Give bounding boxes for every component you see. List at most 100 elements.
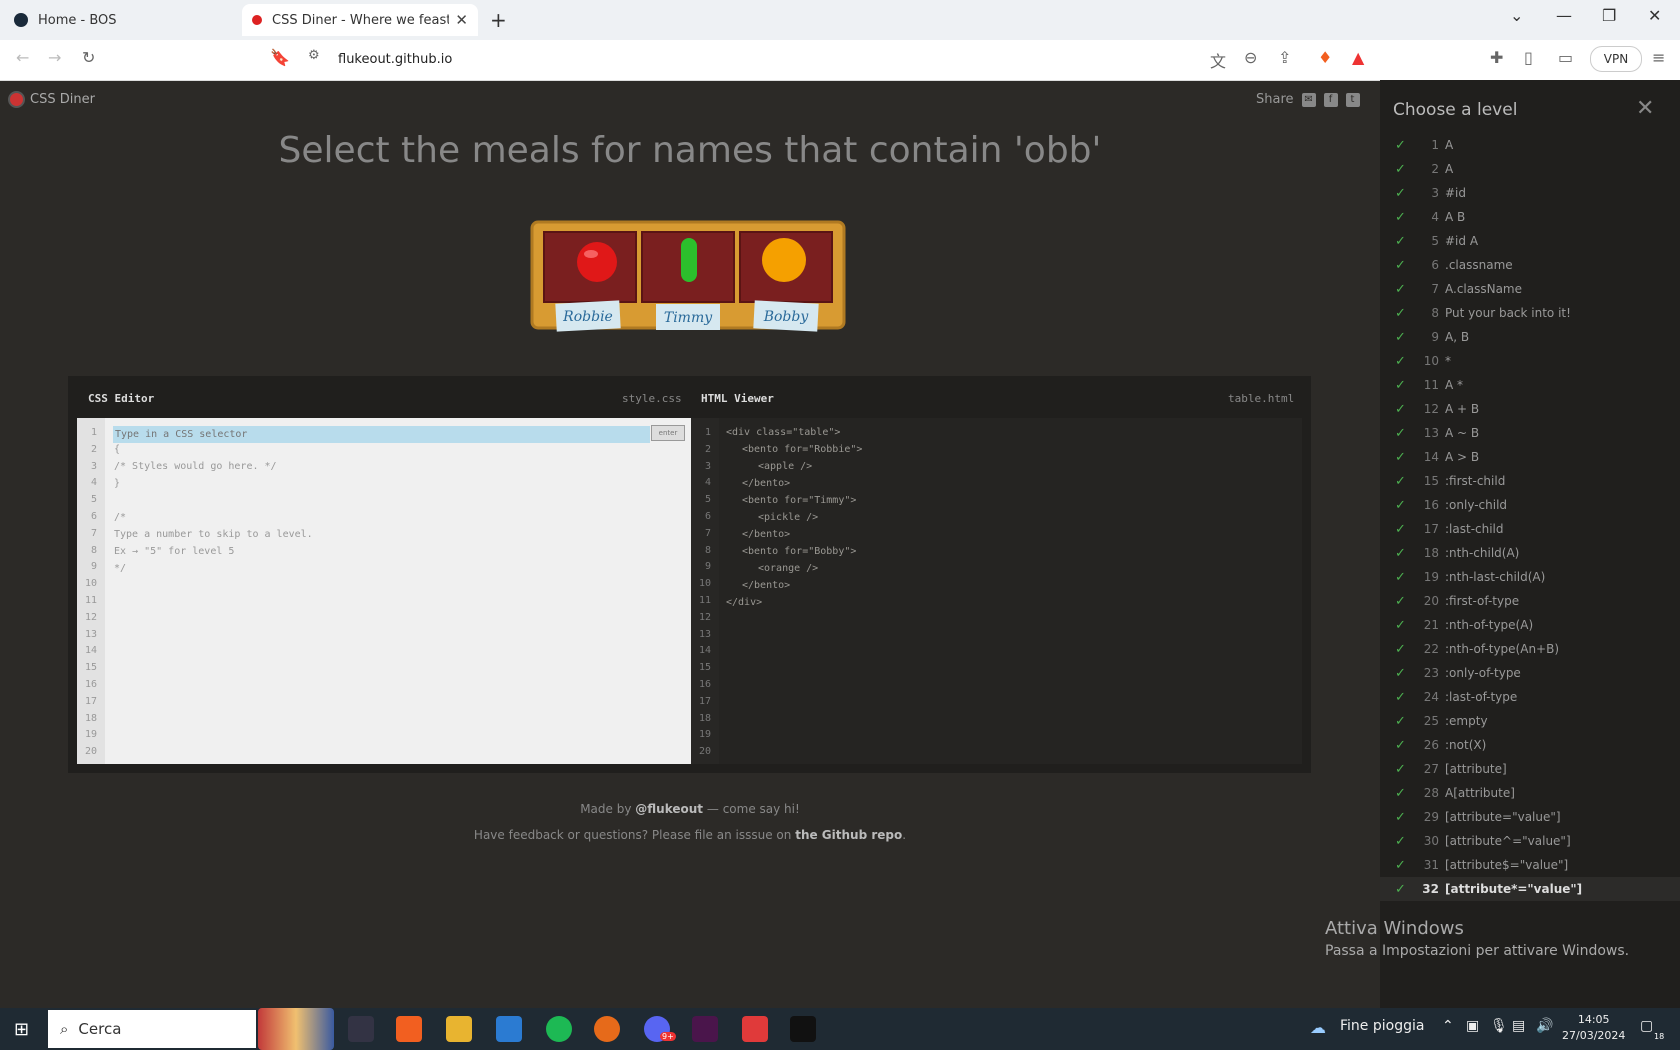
css-diner-logo[interactable]: CSS Diner: [8, 91, 95, 108]
level-item-14[interactable]: ✓ 14 A > B: [1380, 445, 1680, 469]
file-explorer-icon[interactable]: [446, 1016, 472, 1042]
brave-shields-icon[interactable]: ♦: [1318, 48, 1332, 67]
twitter-share-icon[interactable]: t: [1345, 92, 1360, 107]
level-item-13[interactable]: ✓ 13 A ~ B: [1380, 421, 1680, 445]
html-code-line[interactable]: </bento>: [742, 478, 790, 489]
new-tab-button[interactable]: +: [490, 8, 507, 32]
bento-robbie[interactable]: [543, 231, 637, 303]
level-item-15[interactable]: ✓ 15:first-child: [1380, 469, 1680, 493]
author-link[interactable]: @flukeout: [635, 802, 703, 816]
enter-button[interactable]: enter: [651, 425, 685, 441]
restore-icon[interactable]: ❐: [1602, 6, 1616, 25]
forward-icon[interactable]: →: [48, 48, 61, 67]
level-item-1[interactable]: ✓ 1 A: [1380, 133, 1680, 157]
bookmark-icon[interactable]: 🔖: [270, 48, 290, 67]
level-item-25[interactable]: ✓ 25:empty: [1380, 709, 1680, 733]
html-code-line[interactable]: <div class="table">: [726, 427, 840, 438]
slack-icon[interactable]: [692, 1016, 718, 1042]
weather-label[interactable]: Fine pioggia: [1340, 1018, 1424, 1034]
address-bar[interactable]: flukeout.github.io: [338, 52, 452, 67]
brave-rewards-icon[interactable]: ▲: [1352, 48, 1364, 67]
level-item-18[interactable]: ✓ 18:nth-child(A): [1380, 541, 1680, 565]
site-settings-icon[interactable]: ⚙: [308, 48, 320, 63]
html-code-line[interactable]: <bento for="Bobby">: [742, 546, 856, 557]
anydesk-icon[interactable]: [742, 1016, 768, 1042]
level-item-30[interactable]: ✓ 30 [attribute^="value"]: [1380, 829, 1680, 853]
level-item-4[interactable]: ✓ 4 A B: [1380, 205, 1680, 229]
level-item-20[interactable]: ✓ 20:first-of-type: [1380, 589, 1680, 613]
level-item-12[interactable]: ✓ 12 A + B: [1380, 397, 1680, 421]
html-code-line[interactable]: </bento>: [742, 529, 790, 540]
brave-browser-icon[interactable]: [396, 1016, 422, 1042]
taskbar-search[interactable]: ⌕ Cerca: [48, 1010, 256, 1048]
task-view-icon[interactable]: [348, 1016, 374, 1042]
tray-chevron-icon[interactable]: ⌃: [1442, 1018, 1454, 1034]
vscode-icon[interactable]: [496, 1016, 522, 1042]
level-item-16[interactable]: ✓ 16:only-child: [1380, 493, 1680, 517]
firefox-icon[interactable]: [594, 1016, 620, 1042]
level-item-29[interactable]: ✓ 29 [attribute="value"]: [1380, 805, 1680, 829]
html-code-line[interactable]: <apple />: [758, 461, 812, 472]
taskbar-clock[interactable]: 14:05 27/03/2024: [1562, 1012, 1625, 1044]
close-window-icon[interactable]: ✕: [1648, 6, 1661, 25]
reload-icon[interactable]: ↻: [82, 48, 95, 67]
email-share-icon[interactable]: ✉: [1301, 92, 1316, 107]
tray-apps-icon[interactable]: ▣: [1466, 1018, 1479, 1034]
github-repo-link[interactable]: the Github repo: [795, 828, 902, 842]
html-code-line[interactable]: <orange />: [758, 563, 818, 574]
search-highlight-icon[interactable]: [258, 1008, 334, 1050]
wallet-icon[interactable]: ▭: [1558, 48, 1573, 67]
level-item-9[interactable]: ✓ 9 A, B: [1380, 325, 1680, 349]
level-item-27[interactable]: ✓ 27 [attribute]: [1380, 757, 1680, 781]
level-item-21[interactable]: ✓ 21:nth-of-type(A): [1380, 613, 1680, 637]
level-item-3[interactable]: ✓ 3 #id: [1380, 181, 1680, 205]
pickle[interactable]: [681, 238, 697, 282]
level-item-11[interactable]: ✓ 11 A *: [1380, 373, 1680, 397]
spotify-icon[interactable]: [546, 1016, 572, 1042]
level-item-7[interactable]: ✓ 7 A.className: [1380, 277, 1680, 301]
html-code-line[interactable]: <pickle />: [758, 512, 818, 523]
apple[interactable]: [577, 242, 617, 282]
start-icon[interactable]: ⊞: [14, 1019, 29, 1040]
level-item-8[interactable]: ✓ 8 Put your back into it!: [1380, 301, 1680, 325]
level-item-28[interactable]: ✓ 28 A[attribute]: [1380, 781, 1680, 805]
bento-bobby[interactable]: [739, 231, 833, 303]
notifications-icon[interactable]: ▢: [1640, 1018, 1653, 1034]
tab-list-chevron-icon[interactable]: ⌄: [1510, 6, 1523, 25]
html-code-line[interactable]: </div>: [726, 597, 762, 608]
level-item-32[interactable]: ✓ 32 [attribute*="value"]: [1380, 877, 1680, 901]
css-selector-input[interactable]: [113, 426, 650, 443]
back-icon[interactable]: ←: [16, 48, 29, 67]
sidebar-toggle-icon[interactable]: ▯: [1524, 48, 1533, 67]
close-tab-icon[interactable]: ✕: [455, 11, 468, 29]
level-item-2[interactable]: ✓ 2 A: [1380, 157, 1680, 181]
network-icon[interactable]: ▤: [1512, 1018, 1525, 1034]
translate-icon[interactable]: 文: [1210, 48, 1226, 72]
orange[interactable]: [762, 238, 806, 282]
html-code-line[interactable]: <bento for="Robbie">: [742, 444, 862, 455]
zoom-out-icon[interactable]: ⊖: [1244, 48, 1257, 67]
level-item-22[interactable]: ✓ 22:nth-of-type(An+B): [1380, 637, 1680, 661]
level-item-26[interactable]: ✓ 26:not(X): [1380, 733, 1680, 757]
minimize-icon[interactable]: —: [1556, 6, 1572, 25]
microphone-icon[interactable]: 🎙: [1490, 1018, 1508, 1034]
extensions-icon[interactable]: ✚: [1490, 48, 1503, 67]
level-item-24[interactable]: ✓ 24:last-of-type: [1380, 685, 1680, 709]
volume-icon[interactable]: 🔊: [1536, 1018, 1553, 1034]
vpn-button[interactable]: VPN: [1590, 46, 1642, 72]
level-item-17[interactable]: ✓ 17:last-child: [1380, 517, 1680, 541]
close-sidebar-icon[interactable]: ✕: [1636, 96, 1654, 121]
facebook-share-icon[interactable]: f: [1323, 92, 1338, 107]
epic-games-icon[interactable]: [790, 1016, 816, 1042]
menu-icon[interactable]: ≡: [1652, 48, 1665, 67]
html-code-line[interactable]: <bento for="Timmy">: [742, 495, 856, 506]
bento-timmy[interactable]: [641, 231, 735, 303]
html-code-line[interactable]: </bento>: [742, 580, 790, 591]
tab-css-diner[interactable]: CSS Diner - Where we feast on CSS ✕: [242, 4, 478, 36]
level-item-10[interactable]: ✓ 10 *: [1380, 349, 1680, 373]
level-item-6[interactable]: ✓ 6 .classname: [1380, 253, 1680, 277]
level-item-5[interactable]: ✓ 5 #id A: [1380, 229, 1680, 253]
tab-home-bos[interactable]: Home - BOS: [4, 4, 238, 36]
level-item-31[interactable]: ✓ 31 [attribute$="value"]: [1380, 853, 1680, 877]
level-item-23[interactable]: ✓ 23:only-of-type: [1380, 661, 1680, 685]
